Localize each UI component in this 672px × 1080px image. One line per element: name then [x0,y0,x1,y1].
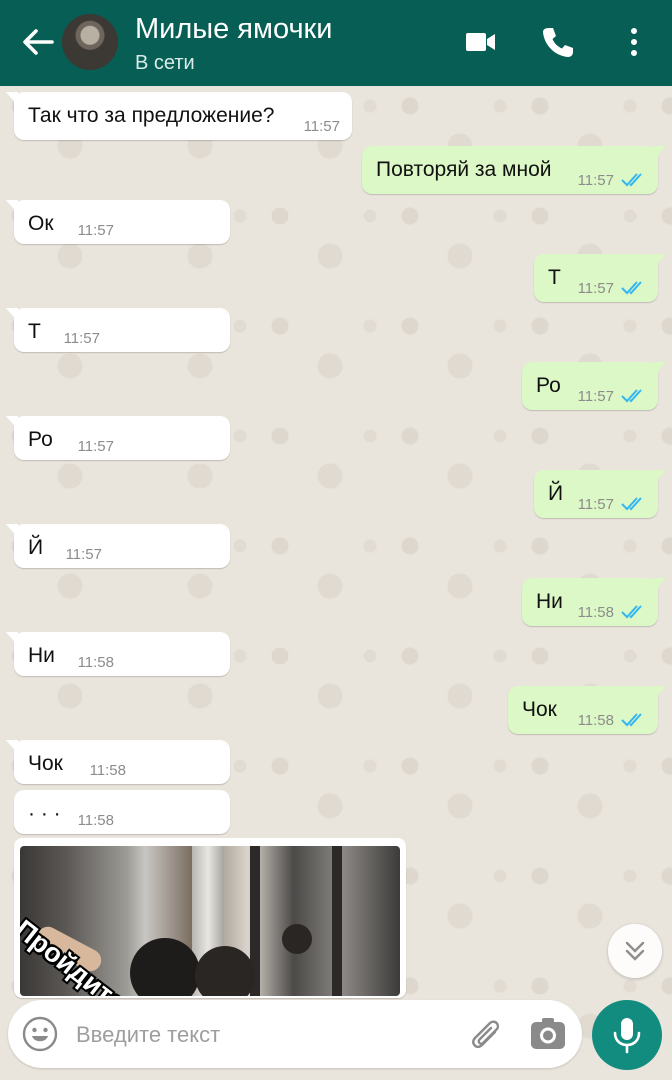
message-incoming[interactable]: Ок 11:57 [6,200,230,244]
message-text: Ок [28,212,54,235]
image-message[interactable]: Пройдите [14,838,406,998]
message-text: Й [28,536,44,559]
message-incoming[interactable]: Т 11:57 [6,308,230,352]
message-time: 11:57 [577,496,614,513]
message-text: Й [548,482,564,505]
phone-icon[interactable] [537,22,577,62]
message-text: Ни [536,590,563,613]
message-outgoing[interactable]: Повторяй за мной 11:57 [362,146,666,194]
microphone-icon [613,1018,641,1054]
message-time: 11:58 [577,712,614,729]
read-ticks-icon [621,389,642,403]
message-time: 11:57 [77,222,114,239]
message-time: 11:57 [303,118,340,135]
scroll-to-bottom-button[interactable] [608,924,662,978]
message-outgoing[interactable]: Чок 11:58 [508,686,666,734]
paperclip-icon[interactable] [464,1014,504,1054]
camera-icon[interactable] [528,1016,568,1052]
emoji-icon[interactable] [22,1016,58,1052]
chat-wallpaper: Так что за предложение? 11:57 Повторяй з… [0,86,672,1080]
message-text: Повторяй за мной [376,158,552,181]
message-incoming[interactable]: Ни 11:58 [6,632,230,676]
arrow-left-icon[interactable] [18,22,58,62]
message-time: 11:57 [577,388,614,405]
message-time: 11:58 [577,604,614,621]
microphone-button[interactable] [592,1000,662,1070]
message-time: 11:58 [89,762,126,779]
message-text: Чок [522,698,557,721]
image-caption: Пройдите [20,914,132,996]
more-vert-icon[interactable] [614,22,654,62]
contact-status: В сети [135,52,195,74]
read-ticks-icon [621,173,642,187]
message-time: 11:58 [77,812,114,829]
message-text: Т [548,266,561,289]
message-input[interactable] [74,1014,448,1056]
message-text: Ни [28,644,55,667]
message-time: 11:58 [77,654,114,671]
read-ticks-icon [621,605,642,619]
message-time: 11:57 [577,172,614,189]
video-camera-icon[interactable] [460,22,500,62]
message-outgoing[interactable]: Й 11:57 [534,470,666,518]
message-outgoing[interactable]: Т 11:57 [534,254,666,302]
message-outgoing[interactable]: Ро 11:57 [522,362,666,410]
message-time: 11:57 [63,330,100,347]
read-ticks-icon [621,713,642,727]
message-time: 11:57 [77,438,114,455]
message-text: Ро [28,428,53,451]
meme-photo[interactable]: Пройдите [20,846,400,996]
chat-header: Милые ямочки В сети [0,0,672,86]
message-incoming[interactable]: Так что за предложение? 11:57 [6,92,352,140]
message-text: Т [28,320,41,343]
message-text: Чок [28,752,63,775]
message-text: Ро [536,374,561,397]
read-ticks-icon [621,497,642,511]
message-outgoing[interactable]: Ни 11:58 [522,578,666,626]
message-incoming[interactable]: Й 11:57 [6,524,230,568]
message-time: 11:57 [65,546,102,563]
contact-name[interactable]: Милые ямочки [135,13,332,46]
message-composer [8,1000,582,1068]
message-text: Так что за предложение? [28,104,275,127]
message-time: 11:57 [577,280,614,297]
avatar[interactable] [62,14,118,70]
message-incoming[interactable]: · · · 11:58 [14,790,230,834]
message-incoming[interactable]: Ро 11:57 [6,416,230,460]
read-ticks-icon [621,281,642,295]
message-text: · · · [28,802,61,825]
chevrons-down-icon [625,941,645,961]
message-list: Так что за предложение? 11:57 Повторяй з… [0,86,672,1080]
message-incoming[interactable]: Чок 11:58 [6,740,230,784]
